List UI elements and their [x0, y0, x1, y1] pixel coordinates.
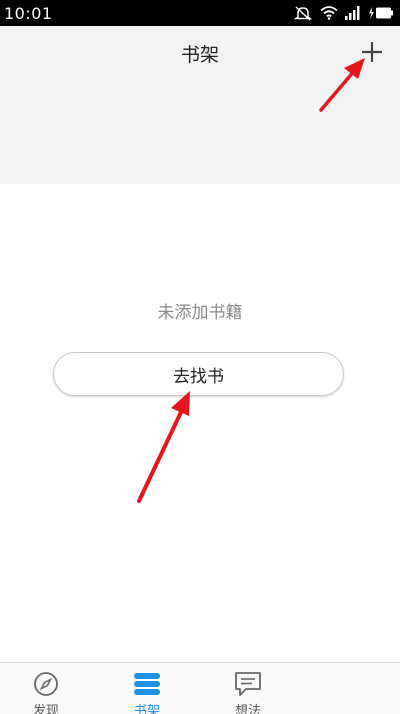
empty-state-text: 未添加书籍: [157, 303, 243, 323]
signal-icon: [345, 6, 360, 20]
status-time: 10:01: [4, 3, 53, 23]
mute-icon: [293, 6, 313, 21]
bookshelf-icon: [134, 673, 160, 695]
bottom-nav: 发现 书架 想法: [0, 662, 400, 714]
nav-label-bookshelf: 书架: [133, 704, 160, 714]
nav-item-bookshelf[interactable]: 书架: [107, 663, 187, 714]
arrow-to-find-book-button: [137, 391, 190, 503]
nav-item-thoughts[interactable]: 想法: [208, 663, 288, 714]
find-book-button[interactable]: 去找书: [53, 352, 344, 396]
status-bar: 10:01: [0, 0, 400, 26]
add-book-button[interactable]: [358, 38, 386, 66]
header: 书架: [0, 26, 400, 184]
nav-item-discover[interactable]: 发现: [6, 663, 86, 714]
battery-charging-icon: [369, 7, 393, 19]
plus-icon: [362, 42, 382, 62]
compass-icon: [34, 672, 58, 696]
comment-icon: [235, 672, 261, 696]
wifi-icon: [320, 6, 338, 20]
nav-label-thoughts: 想法: [234, 704, 261, 714]
status-icons: [293, 5, 394, 21]
nav-label-discover: 发现: [32, 704, 59, 714]
page-title: 书架: [180, 44, 219, 66]
